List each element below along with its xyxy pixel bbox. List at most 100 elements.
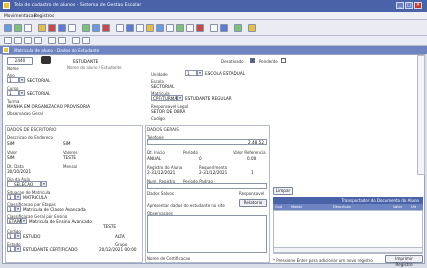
dia-aula-dropdown[interactable]: ▾ (41, 181, 47, 187)
remove-icon[interactable] (102, 24, 110, 32)
prev-record-icon[interactable] (14, 37, 22, 44)
navigation-toolbar (0, 36, 427, 46)
menu-item-movimentacao[interactable]: Movimentacao (4, 14, 36, 19)
curso-dropdown[interactable]: ▾ (19, 90, 25, 96)
export-icon[interactable] (82, 37, 90, 44)
minimize-button[interactable]: _ (396, 2, 404, 9)
classificacao-geral-code[interactable]: ETAPA (7, 218, 22, 224)
search-icon[interactable] (92, 24, 100, 32)
num-registro-field[interactable] (147, 183, 267, 189)
save-icon[interactable] (14, 24, 22, 32)
grid-icon[interactable] (136, 24, 144, 32)
delete-icon[interactable] (48, 24, 56, 32)
folder-open-icon[interactable] (146, 24, 154, 32)
ano-dropdown[interactable]: ▾ (19, 77, 25, 83)
unidade-code-field[interactable]: 1 (185, 70, 197, 76)
classificacao-code[interactable]: 1 (7, 206, 15, 212)
list-icon[interactable] (126, 24, 134, 32)
next-record-icon[interactable] (24, 37, 32, 44)
refresh-icon[interactable] (234, 24, 242, 32)
app-icon (3, 2, 10, 9)
mensal-label: Mensal (63, 164, 78, 169)
grid-col-ult[interactable]: Ult (411, 205, 416, 209)
classificacao-desc: Matricula de Classe Avancada (23, 207, 86, 212)
print-icon[interactable] (58, 24, 66, 32)
pendente-checkbox[interactable] (281, 58, 286, 63)
dados-salvos-label: Dados Salvos (147, 191, 174, 196)
estado-dropdown[interactable]: ▾ (15, 246, 21, 252)
codigo-dropdown[interactable]: ▾ (15, 233, 21, 239)
binoculars-icon[interactable] (41, 56, 51, 64)
grid-horizontal-scrollbar[interactable] (273, 247, 423, 253)
report-icon[interactable] (156, 24, 164, 32)
calendar-icon[interactable] (176, 24, 184, 32)
observacoes-textarea[interactable] (147, 215, 267, 253)
grid-col-modal[interactable]: Modal (291, 205, 302, 209)
unidade-dropdown[interactable]: ▾ (197, 70, 203, 76)
form-icon (3, 47, 9, 53)
address-desc-label: Descricao do Endereco (7, 135, 53, 140)
name-sub-label: Nome do aluno / Estudante (67, 65, 122, 70)
ano-code-field[interactable]: 1 (7, 77, 19, 83)
classificacao-geral-dropdown[interactable]: ▾ (21, 218, 27, 224)
alert-icon[interactable] (196, 24, 204, 32)
mail-icon[interactable] (186, 24, 194, 32)
undo-icon[interactable] (24, 24, 32, 32)
form-vertical-scrollbar[interactable] (417, 55, 425, 175)
address-desc-value: SIM (7, 141, 15, 146)
cancel-icon[interactable] (72, 37, 80, 44)
code-field[interactable]: 2440 (7, 57, 33, 65)
situacao-checkbox[interactable] (250, 58, 255, 63)
grid-col-cod[interactable]: Cod (275, 205, 282, 209)
pendente-label: Pendente (259, 59, 278, 64)
help-icon[interactable] (248, 24, 256, 32)
print-record-button[interactable]: Imprimir Registro (385, 255, 423, 267)
situacao-matricula-dropdown[interactable]: ▾ (15, 194, 21, 200)
user-icon[interactable] (220, 24, 228, 32)
general-section-title: DADOS GERAIS (147, 127, 179, 132)
maximize-button[interactable]: □ (405, 2, 413, 9)
close-button[interactable]: × (414, 2, 422, 9)
matricula-field[interactable]: CPF/TURMA/A (151, 95, 182, 101)
insert-icon[interactable] (48, 37, 56, 44)
main-toolbar (0, 20, 427, 36)
estado-extra: 20/12/2021 00:00 (99, 247, 137, 252)
check-icon[interactable] (82, 24, 90, 32)
valor-value: SIM (7, 155, 15, 160)
chart-icon[interactable] (166, 24, 174, 32)
curso-code-field[interactable]: 1 (7, 90, 19, 96)
nome-certificacao-label: Nome de Certificacao (147, 256, 191, 261)
telefone-field[interactable]: 2.48.52 (147, 139, 267, 145)
matricula-dropdown[interactable]: ▾ (177, 95, 183, 101)
estado-code[interactable]: 1 (7, 246, 15, 252)
new-icon[interactable] (4, 24, 12, 32)
situacao-matricula-desc: MATRICULA (23, 195, 48, 200)
first-record-icon[interactable] (4, 37, 12, 44)
situacao-matricula-code[interactable]: 1 (7, 194, 15, 200)
valores-value: TESTE (63, 155, 77, 160)
grid-col-valor[interactable]: Valor (393, 205, 402, 209)
name-value: ESTUDANTE (73, 59, 99, 64)
address-desc-value2: SIM (63, 141, 71, 146)
situacao-label: Desativado (221, 59, 244, 64)
classificacao-dropdown[interactable]: ▾ (15, 206, 21, 212)
clear-button[interactable]: Limpar (273, 187, 293, 195)
codigo-extra: ALTA (115, 234, 125, 239)
menu-item-registros[interactable]: Registros (34, 14, 54, 19)
apresentar-label: Apresentar dados do estudante no site (147, 203, 225, 208)
periodo-label: Periodo (183, 150, 198, 155)
settings-icon[interactable] (210, 24, 218, 32)
grid-col-descricao[interactable]: Descricao (333, 205, 351, 209)
last-record-icon[interactable] (34, 37, 42, 44)
folder-icon[interactable] (38, 24, 46, 32)
codigo-code[interactable]: 1 (7, 233, 15, 239)
edit-icon[interactable] (116, 24, 124, 32)
copy-icon[interactable] (68, 24, 76, 32)
relatorio-button[interactable]: Relatorio (239, 199, 267, 207)
escola-value: SECTORIAL (151, 84, 175, 89)
dia-aula-field[interactable]: SELECAO (7, 181, 41, 187)
title-bar: Tela de cadastro de alunos - Sistema de … (0, 0, 427, 12)
responsavel-value: SETOR DE OBRA (151, 109, 186, 114)
post-icon[interactable] (58, 37, 66, 44)
inicio-label: Dt. Inicio (147, 150, 165, 155)
